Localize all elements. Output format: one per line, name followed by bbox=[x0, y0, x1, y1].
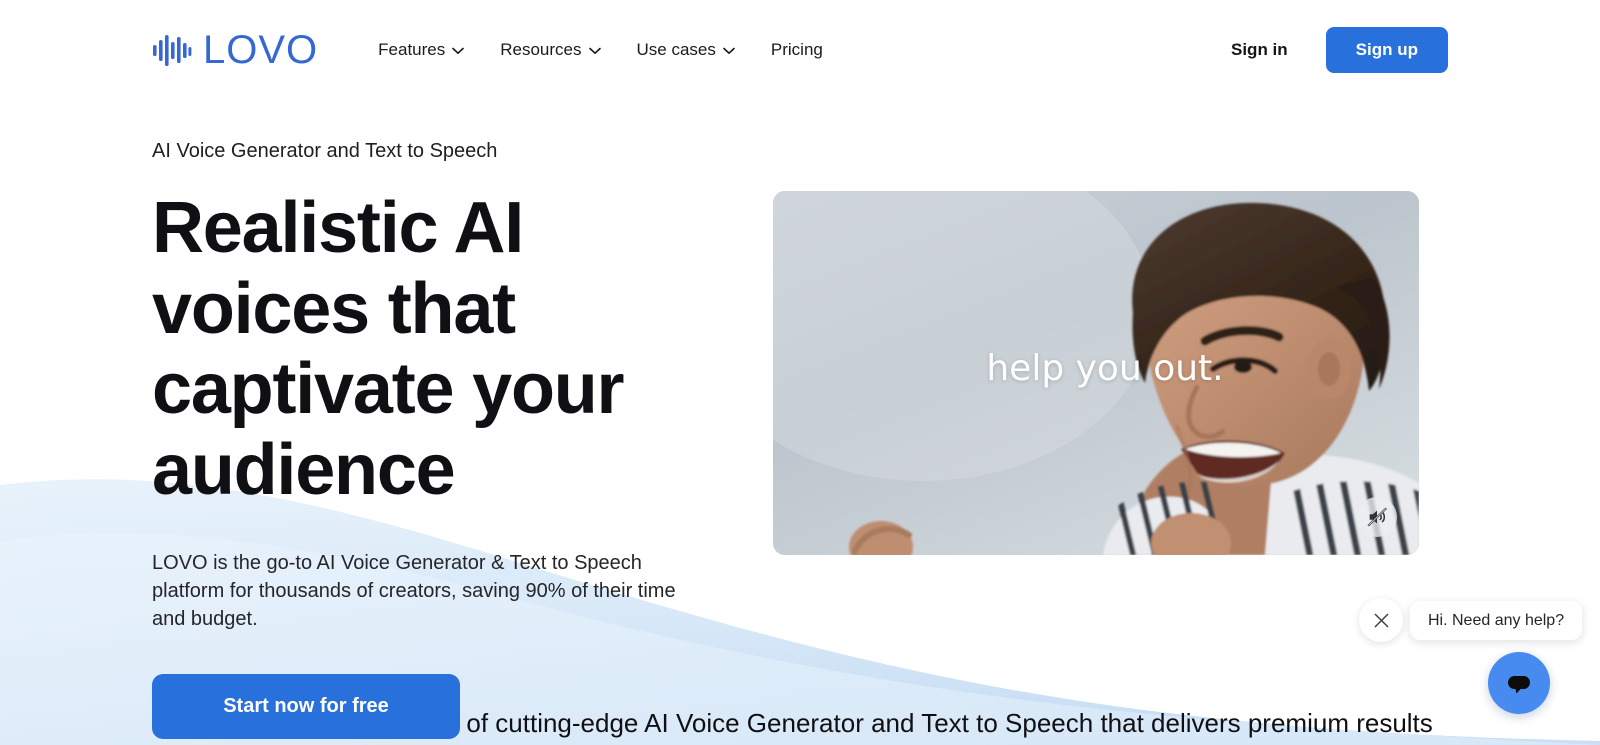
nav-item-label: Resources bbox=[500, 40, 582, 59]
chat-bubble-icon bbox=[1508, 676, 1530, 694]
mute-toggle-button[interactable] bbox=[1357, 497, 1397, 537]
chat-greeting-text: Hi. Need any help? bbox=[1428, 611, 1565, 629]
chat-close-button[interactable] bbox=[1359, 598, 1403, 642]
close-icon bbox=[1374, 613, 1388, 627]
hero-eyebrow: AI Voice Generator and Text to Speech bbox=[152, 140, 498, 162]
nav-item-pricing[interactable]: Pricing bbox=[753, 30, 841, 70]
brand-wordmark: LOVO bbox=[203, 28, 319, 72]
site-header: LOVO Features Resources Use cases Pricin… bbox=[0, 0, 1600, 100]
hero-copy: AI Voice Generator and Text to Speech Re… bbox=[152, 100, 712, 739]
chat-launcher-button[interactable] bbox=[1488, 652, 1550, 714]
primary-navigation: Features Resources Use cases Pricing bbox=[360, 30, 1231, 70]
waveform-icon bbox=[153, 35, 192, 66]
video-caption-text: help you out. bbox=[986, 348, 1224, 389]
page-root: LOVO Features Resources Use cases Pricin… bbox=[0, 0, 1600, 745]
hero-subtitle: LOVO is the go-to AI Voice Generator & T… bbox=[152, 551, 676, 631]
chevron-down-icon bbox=[452, 47, 465, 54]
hero-video-player[interactable]: help you out. bbox=[773, 191, 1419, 555]
speaker-muted-icon bbox=[1367, 507, 1387, 527]
chevron-down-icon bbox=[588, 47, 601, 54]
nav-item-features[interactable]: Features bbox=[360, 30, 482, 70]
header-actions: Sign in Sign up bbox=[1231, 27, 1448, 73]
chevron-down-icon bbox=[723, 47, 735, 54]
nav-item-label: Use cases bbox=[636, 40, 716, 59]
page-title: Realistic AI voices that captivate your … bbox=[152, 188, 625, 510]
brand-logo-link[interactable]: LOVO bbox=[152, 30, 318, 70]
chat-greeting-bubble[interactable]: Hi. Need any help? bbox=[1410, 601, 1583, 640]
nav-item-resources[interactable]: Resources bbox=[482, 30, 618, 70]
sign-up-button[interactable]: Sign up bbox=[1325, 27, 1448, 73]
sign-in-button[interactable]: Sign in bbox=[1231, 40, 1288, 60]
nav-item-label: Features bbox=[378, 40, 446, 59]
nav-item-label: Pricing bbox=[770, 40, 823, 59]
start-now-for-free-button[interactable]: Start now for free bbox=[152, 673, 460, 739]
nav-item-use-cases[interactable]: Use cases bbox=[619, 30, 753, 70]
